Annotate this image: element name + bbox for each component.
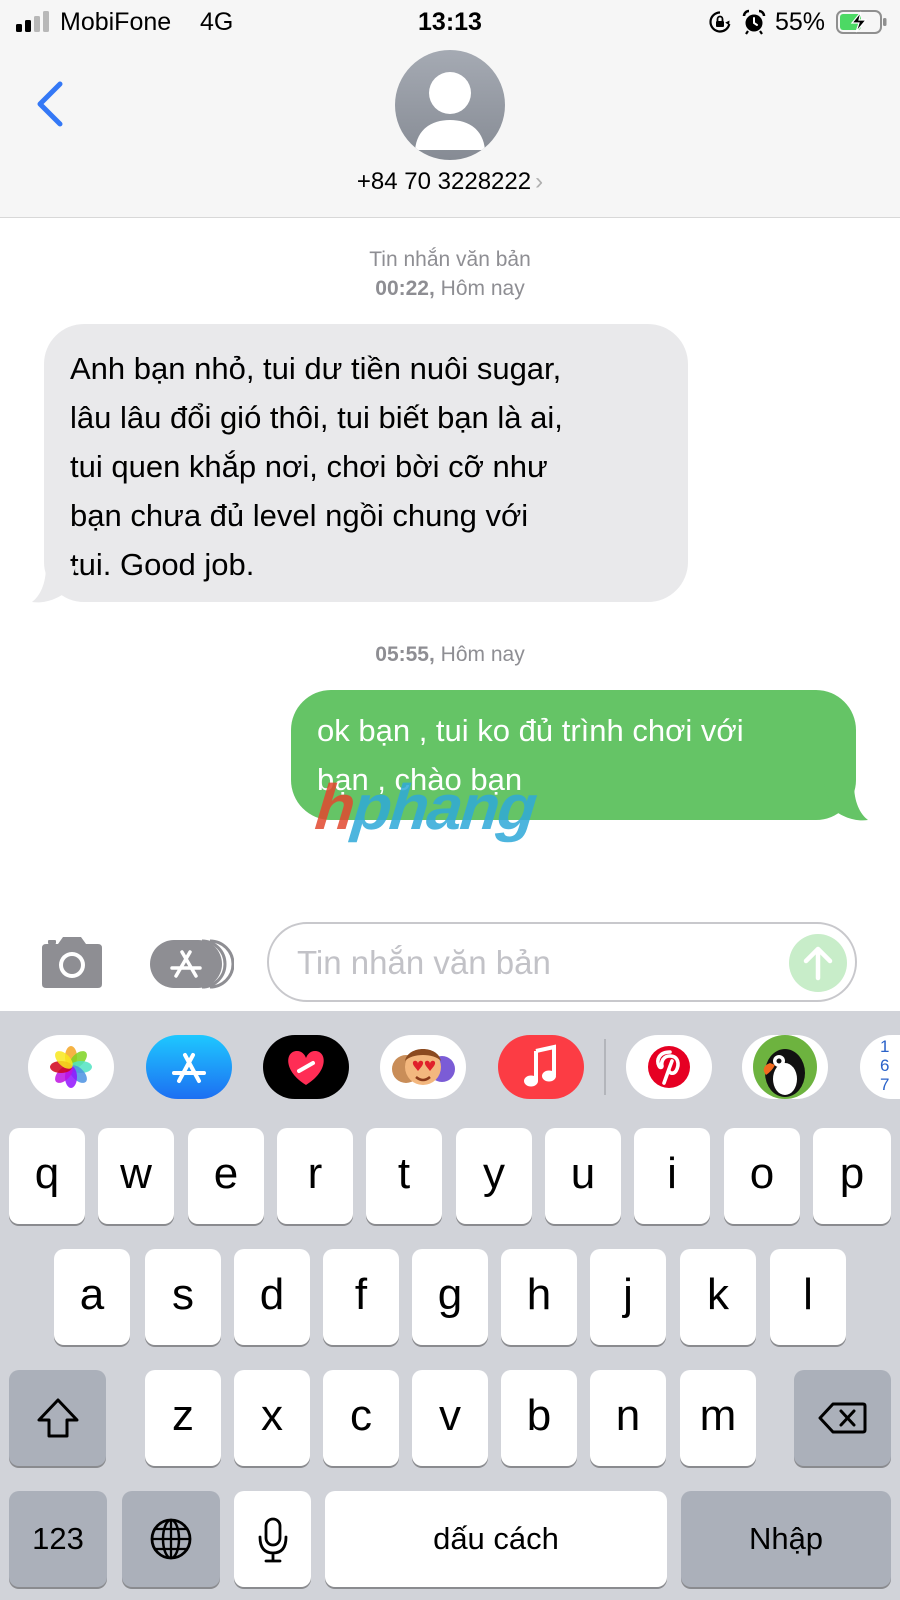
globe-key[interactable] xyxy=(122,1491,220,1587)
shift-icon xyxy=(37,1398,78,1438)
chevron-left-icon[interactable] xyxy=(30,76,70,132)
contact-avatar[interactable] xyxy=(395,50,505,160)
microphone-icon xyxy=(258,1517,287,1563)
key-l[interactable]: l xyxy=(770,1249,846,1345)
key-i[interactable]: i xyxy=(634,1128,710,1224)
key-v[interactable]: v xyxy=(412,1370,488,1466)
return-key[interactable]: Nhập xyxy=(681,1491,891,1587)
battery-charging-icon xyxy=(836,10,887,34)
timestamp-2: 05:55, Hôm nay xyxy=(0,640,900,669)
timestamp-2-day: Hôm nay xyxy=(440,643,525,666)
digital-touch-icon[interactable] xyxy=(263,1035,349,1099)
puffin-sticker-icon[interactable] xyxy=(742,1035,828,1099)
key-d[interactable]: d xyxy=(234,1249,310,1345)
conversation-header: +84 70 3228222 › xyxy=(0,44,900,218)
delete-key[interactable] xyxy=(794,1370,891,1466)
send-button[interactable] xyxy=(789,934,847,992)
timestamp-1-time: 00:22, xyxy=(375,277,435,300)
key-r[interactable]: r xyxy=(277,1128,353,1224)
key-k[interactable]: k xyxy=(680,1249,756,1345)
message-input[interactable]: Tin nhắn văn bản xyxy=(267,922,857,1002)
key-f[interactable]: f xyxy=(323,1249,399,1345)
timestamp-1-day: Hôm nay xyxy=(440,277,525,300)
watermark-part-b: phang xyxy=(349,771,539,843)
key-e[interactable]: e xyxy=(188,1128,264,1224)
key-j[interactable]: j xyxy=(590,1249,666,1345)
sudoku-digit: 7 xyxy=(880,1075,890,1094)
rotation-lock-icon xyxy=(709,11,731,33)
key-c[interactable]: c xyxy=(323,1370,399,1466)
camera-icon[interactable] xyxy=(38,934,106,990)
watermark-logo: hphang xyxy=(312,770,539,844)
key-s[interactable]: s xyxy=(145,1249,221,1345)
app-drawer: 1 6 7 xyxy=(0,1011,900,1123)
shift-key[interactable] xyxy=(9,1370,106,1466)
drawer-divider xyxy=(604,1039,606,1095)
dictation-key[interactable] xyxy=(234,1491,311,1587)
timestamp-1: 00:22, Hôm nay xyxy=(0,274,900,303)
message-type-label: Tin nhắn văn bản 00:22, Hôm nay xyxy=(0,245,900,303)
received-message-line: tui quen khắp nơi, chơi bời cỡ như xyxy=(70,449,548,484)
memoji-icon[interactable] xyxy=(380,1035,466,1099)
sudoku-digit: 6 xyxy=(880,1056,890,1075)
person-silhouette-icon xyxy=(415,72,485,150)
received-bubble-tail xyxy=(32,566,76,603)
music-icon[interactable] xyxy=(498,1035,584,1099)
received-message-line: Anh bạn nhỏ, tui dư tiền nuôi sugar, xyxy=(70,351,562,386)
key-x[interactable]: x xyxy=(234,1370,310,1466)
sent-bubble-tail xyxy=(824,784,868,821)
key-h[interactable]: h xyxy=(501,1249,577,1345)
chevron-right-icon: › xyxy=(535,168,544,195)
key-u[interactable]: u xyxy=(545,1128,621,1224)
message-type-text: Tin nhắn văn bản xyxy=(369,248,531,271)
key-a[interactable]: a xyxy=(54,1249,130,1345)
key-o[interactable]: o xyxy=(724,1128,800,1224)
message-input-placeholder: Tin nhắn văn bản xyxy=(297,944,551,981)
key-z[interactable]: z xyxy=(145,1370,221,1466)
globe-icon xyxy=(150,1518,192,1560)
received-message-line: bạn chưa đủ level ngồi chung với xyxy=(70,498,529,533)
space-key[interactable]: dấu cách xyxy=(325,1491,667,1587)
arrow-up-icon xyxy=(803,946,833,981)
key-b[interactable]: b xyxy=(501,1370,577,1466)
numbers-key[interactable]: 123 xyxy=(9,1491,107,1587)
status-bar: MobiFone 4G 13:13 55% xyxy=(0,0,900,44)
key-n[interactable]: n xyxy=(590,1370,666,1466)
key-p[interactable]: p xyxy=(813,1128,891,1224)
key-y[interactable]: y xyxy=(456,1128,532,1224)
alarm-icon xyxy=(742,9,766,35)
keyboard: q w e r t y u i o p a s d f g h j k l z … xyxy=(0,1123,900,1600)
received-message-line: lâu lâu đổi gió thôi, tui biết bạn là ai… xyxy=(70,400,563,435)
timestamp-2-time: 05:55, xyxy=(375,643,435,666)
battery-percent: 55% xyxy=(775,8,826,36)
received-message-bubble[interactable]: Anh bạn nhỏ, tui dư tiền nuôi sugar, lâu… xyxy=(44,324,688,602)
sent-message-line: ok bạn , tui ko đủ trình chơi với xyxy=(317,713,744,748)
sudoku-digit: 1 xyxy=(880,1037,890,1056)
contact-number: +84 70 3228222 xyxy=(356,168,532,195)
pinterest-icon[interactable] xyxy=(626,1035,712,1099)
received-message-line: tui. Good job. xyxy=(70,547,255,582)
key-q[interactable]: q xyxy=(9,1128,85,1224)
key-w[interactable]: w xyxy=(98,1128,174,1224)
photos-icon[interactable] xyxy=(28,1035,114,1099)
app-store-drawer-icon[interactable] xyxy=(146,1035,232,1099)
sudoku-icon[interactable]: 1 6 7 xyxy=(860,1035,900,1099)
app-store-icon[interactable] xyxy=(150,938,234,990)
contact-name[interactable]: +84 70 3228222 › xyxy=(0,168,900,196)
key-m[interactable]: m xyxy=(680,1370,756,1466)
delete-icon xyxy=(818,1402,866,1434)
key-t[interactable]: t xyxy=(366,1128,442,1224)
key-g[interactable]: g xyxy=(412,1249,488,1345)
